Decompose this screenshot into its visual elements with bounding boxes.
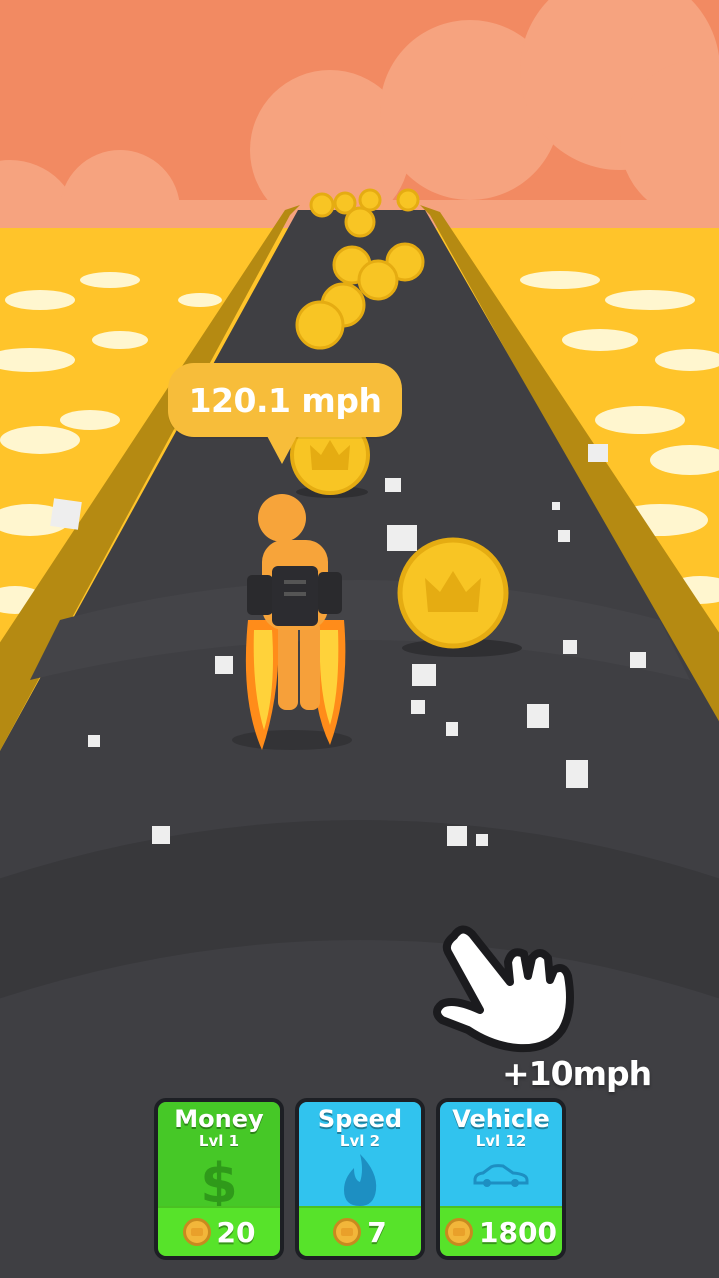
speed-bubble: 120.1 mph — [168, 363, 402, 437]
speed-readout: 120.1 mph — [188, 380, 382, 420]
tap-hand-icon — [433, 925, 574, 1053]
coin-icon — [182, 1218, 211, 1246]
dollar-sign-icon: $ — [158, 1152, 280, 1210]
card-level: Lvl 2 — [339, 1132, 381, 1150]
speed-upgrade-card[interactable]: Speed Lvl 2 7 — [295, 1098, 425, 1260]
vehicle-upgrade-card[interactable]: Vehicle Lvl 12 1800 — [436, 1098, 566, 1260]
money-upgrade-card[interactable]: Money Lvl 1 $ 20 — [154, 1098, 284, 1260]
car-icon — [440, 1164, 562, 1188]
card-cost-strip: 20 — [158, 1206, 280, 1256]
card-cost-strip: 7 — [299, 1206, 421, 1256]
card-title: Money — [174, 1105, 264, 1133]
card-title: Vehicle — [452, 1105, 550, 1133]
flame-icon — [299, 1152, 421, 1208]
card-title: Speed — [317, 1105, 403, 1133]
card-level: Lvl 12 — [475, 1132, 527, 1150]
card-cost: 7 — [367, 1215, 387, 1249]
coin-icon — [333, 1218, 362, 1246]
card-level: Lvl 1 — [198, 1132, 240, 1150]
card-cost: 20 — [216, 1215, 256, 1249]
card-cost-strip: 1800 — [440, 1206, 562, 1256]
speed-boost-label: +10mph — [502, 1054, 652, 1093]
card-cost: 1800 — [479, 1215, 557, 1249]
speed-bubble-tail — [266, 434, 298, 464]
svg-text:$: $ — [200, 1152, 238, 1210]
coin-icon — [445, 1218, 474, 1246]
